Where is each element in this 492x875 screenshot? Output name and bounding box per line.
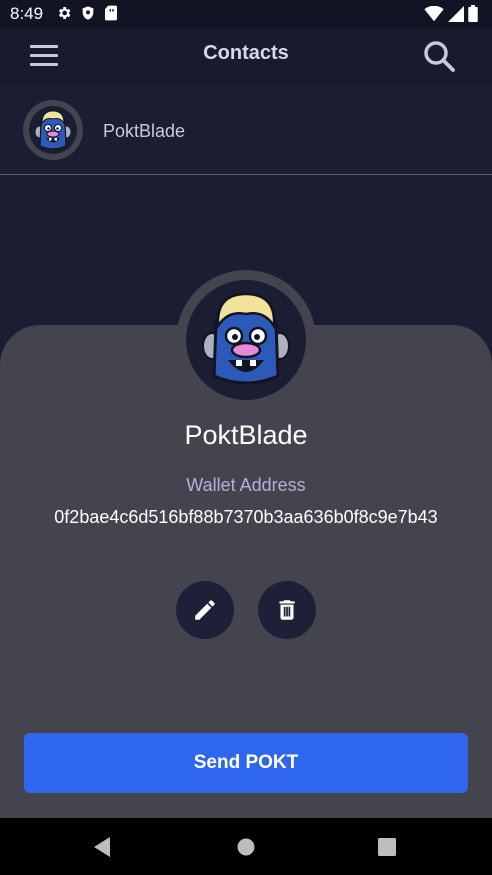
contact-avatar — [23, 100, 83, 160]
back-icon[interactable] — [92, 836, 112, 858]
sim-card-icon — [105, 5, 117, 21]
detail-contact-name: PoktBlade — [184, 420, 308, 450]
divider — [0, 174, 492, 175]
trash-icon — [279, 600, 295, 620]
search-icon — [424, 41, 455, 72]
edit-contact-button[interactable] — [176, 581, 234, 639]
status-icons-left — [56, 5, 118, 21]
wifi-icon — [424, 5, 444, 21]
status-bar: 8:49 — [0, 0, 492, 28]
search-button[interactable] — [422, 39, 456, 73]
send-pokt-button[interactable]: Send POKT — [24, 733, 468, 793]
system-nav-bar — [0, 818, 492, 875]
status-icons-right — [424, 5, 478, 22]
contact-list-item[interactable]: PoktBlade — [0, 88, 492, 174]
wallet-address-label: Wallet Address — [186, 475, 306, 495]
battery-icon — [468, 5, 478, 22]
wallet-address-value: 0f2bae4c6d516bf88b7370b3aa636b0f8c9e7b43 — [54, 507, 438, 527]
page-title: Contacts — [203, 42, 289, 64]
status-time: 8:49 — [10, 4, 44, 23]
delete-contact-button[interactable] — [258, 581, 316, 639]
contact-name: PoktBlade — [103, 121, 186, 141]
gear-icon — [59, 7, 71, 19]
app-bar: Contacts — [0, 28, 492, 84]
shield-icon — [82, 6, 94, 20]
home-icon[interactable] — [236, 837, 256, 857]
cell-signal-icon — [448, 5, 464, 22]
recents-icon[interactable] — [377, 837, 397, 857]
pencil-icon — [195, 600, 215, 620]
detail-avatar — [186, 280, 306, 400]
